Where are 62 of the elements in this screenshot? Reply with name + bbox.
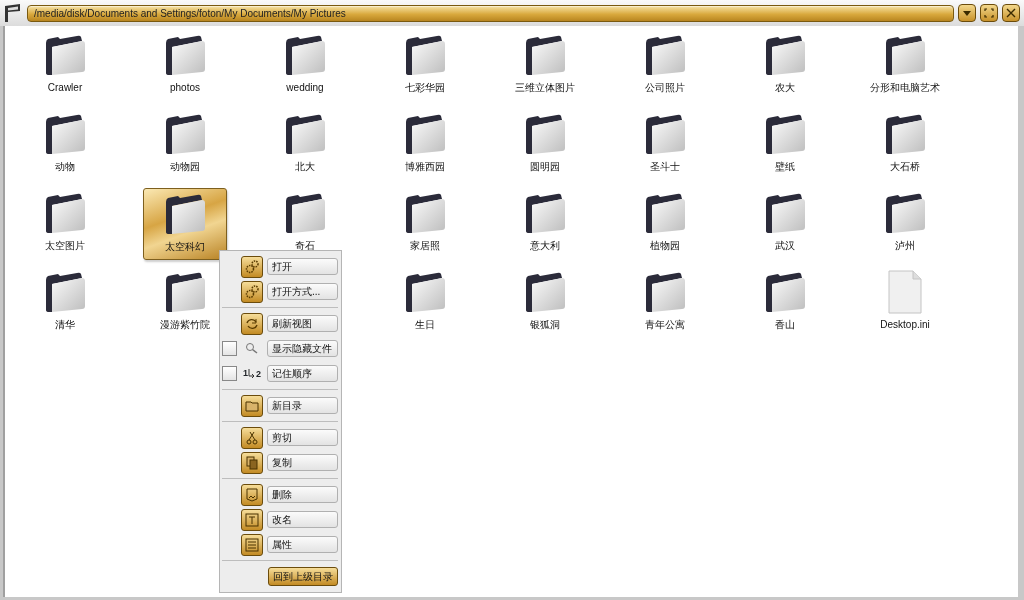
menu-item[interactable]: 打开方式... [267, 283, 338, 300]
folder-item[interactable]: 香山 [762, 267, 808, 332]
menu-item[interactable]: 复制 [267, 454, 338, 471]
close-button[interactable] [1002, 4, 1020, 22]
menu-item[interactable]: 打开 [267, 258, 338, 275]
folder-icon [241, 394, 263, 417]
folder-item[interactable]: 清华 [42, 267, 88, 332]
folder-item[interactable]: photos [162, 30, 208, 95]
folder-item[interactable]: 太空科幻 [143, 188, 227, 260]
folder-item[interactable]: 青年公寓 [642, 267, 688, 332]
folder-item[interactable]: 太空图片 [42, 188, 88, 253]
folder-item[interactable]: 圆明园 [522, 109, 568, 174]
folder-item[interactable]: 七彩华园 [402, 30, 448, 95]
folder-item[interactable]: 壁纸 [762, 109, 808, 174]
folder-item[interactable]: Crawler [42, 30, 88, 95]
menu-item[interactable]: 记住顺序 [267, 365, 338, 382]
list-icon [241, 533, 263, 556]
copy-icon [241, 451, 263, 474]
folder-item[interactable]: 漫游紫竹院 [160, 267, 210, 332]
checkbox[interactable] [222, 341, 237, 356]
menu-item[interactable]: 新目录 [267, 397, 338, 414]
checkbox[interactable] [222, 366, 237, 381]
folder-item[interactable]: 生日 [402, 267, 448, 332]
folder-item[interactable]: 大石桥 [882, 109, 928, 174]
delete-icon [241, 483, 263, 506]
folder-item[interactable]: 银狐洞 [522, 267, 568, 332]
dropdown-button[interactable] [958, 4, 976, 22]
menu-item[interactable]: 属性 [267, 536, 338, 553]
folder-item[interactable]: 圣斗士 [642, 109, 688, 174]
path-field[interactable]: /media/disk/Documents and Settings/foton/My Documents/My Pictures [27, 4, 954, 22]
folder-item[interactable]: 农大 [762, 30, 808, 95]
folder-item[interactable]: 植物园 [642, 188, 688, 253]
folder-item[interactable]: 三维立体图片 [515, 30, 575, 95]
scissors-icon [241, 426, 263, 449]
folder-item[interactable]: 公司照片 [642, 30, 688, 95]
folder-item[interactable]: 家居照 [402, 188, 448, 253]
gears-icon [241, 280, 263, 303]
folder-item[interactable]: 泸州 [882, 188, 928, 253]
corners-icon [984, 8, 994, 18]
folder-item[interactable]: wedding [282, 30, 328, 95]
folder-item[interactable]: 动物 [42, 109, 88, 174]
parent-directory-button[interactable]: 回到上级目录 [268, 567, 338, 586]
file-item[interactable]: Desktop.ini [880, 267, 930, 332]
folder-item[interactable]: 博雅西园 [402, 109, 448, 174]
flag-icon[interactable] [3, 3, 23, 23]
folder-item[interactable]: 动物园 [162, 109, 208, 174]
menu-item[interactable]: 剪切 [267, 429, 338, 446]
folder-item[interactable]: 奇石 [282, 188, 328, 253]
folder-item[interactable]: 武汉 [762, 188, 808, 253]
close-icon [1006, 8, 1016, 18]
fullscreen-button[interactable] [980, 4, 998, 22]
gears-icon [241, 255, 263, 278]
caret-icon [962, 9, 972, 17]
menu-item[interactable]: 删除 [267, 486, 338, 503]
menu-item[interactable]: 显示隐藏文件 [267, 340, 338, 357]
folder-item[interactable]: 意大利 [522, 188, 568, 253]
folder-item[interactable]: 北大 [282, 109, 328, 174]
refresh-icon [241, 312, 263, 335]
folder-item[interactable]: 分形和电脑艺术 [870, 30, 940, 95]
menu-item[interactable]: 改名 [267, 511, 338, 528]
menu-item[interactable]: 刷新视图 [267, 315, 338, 332]
text-icon [241, 508, 263, 531]
